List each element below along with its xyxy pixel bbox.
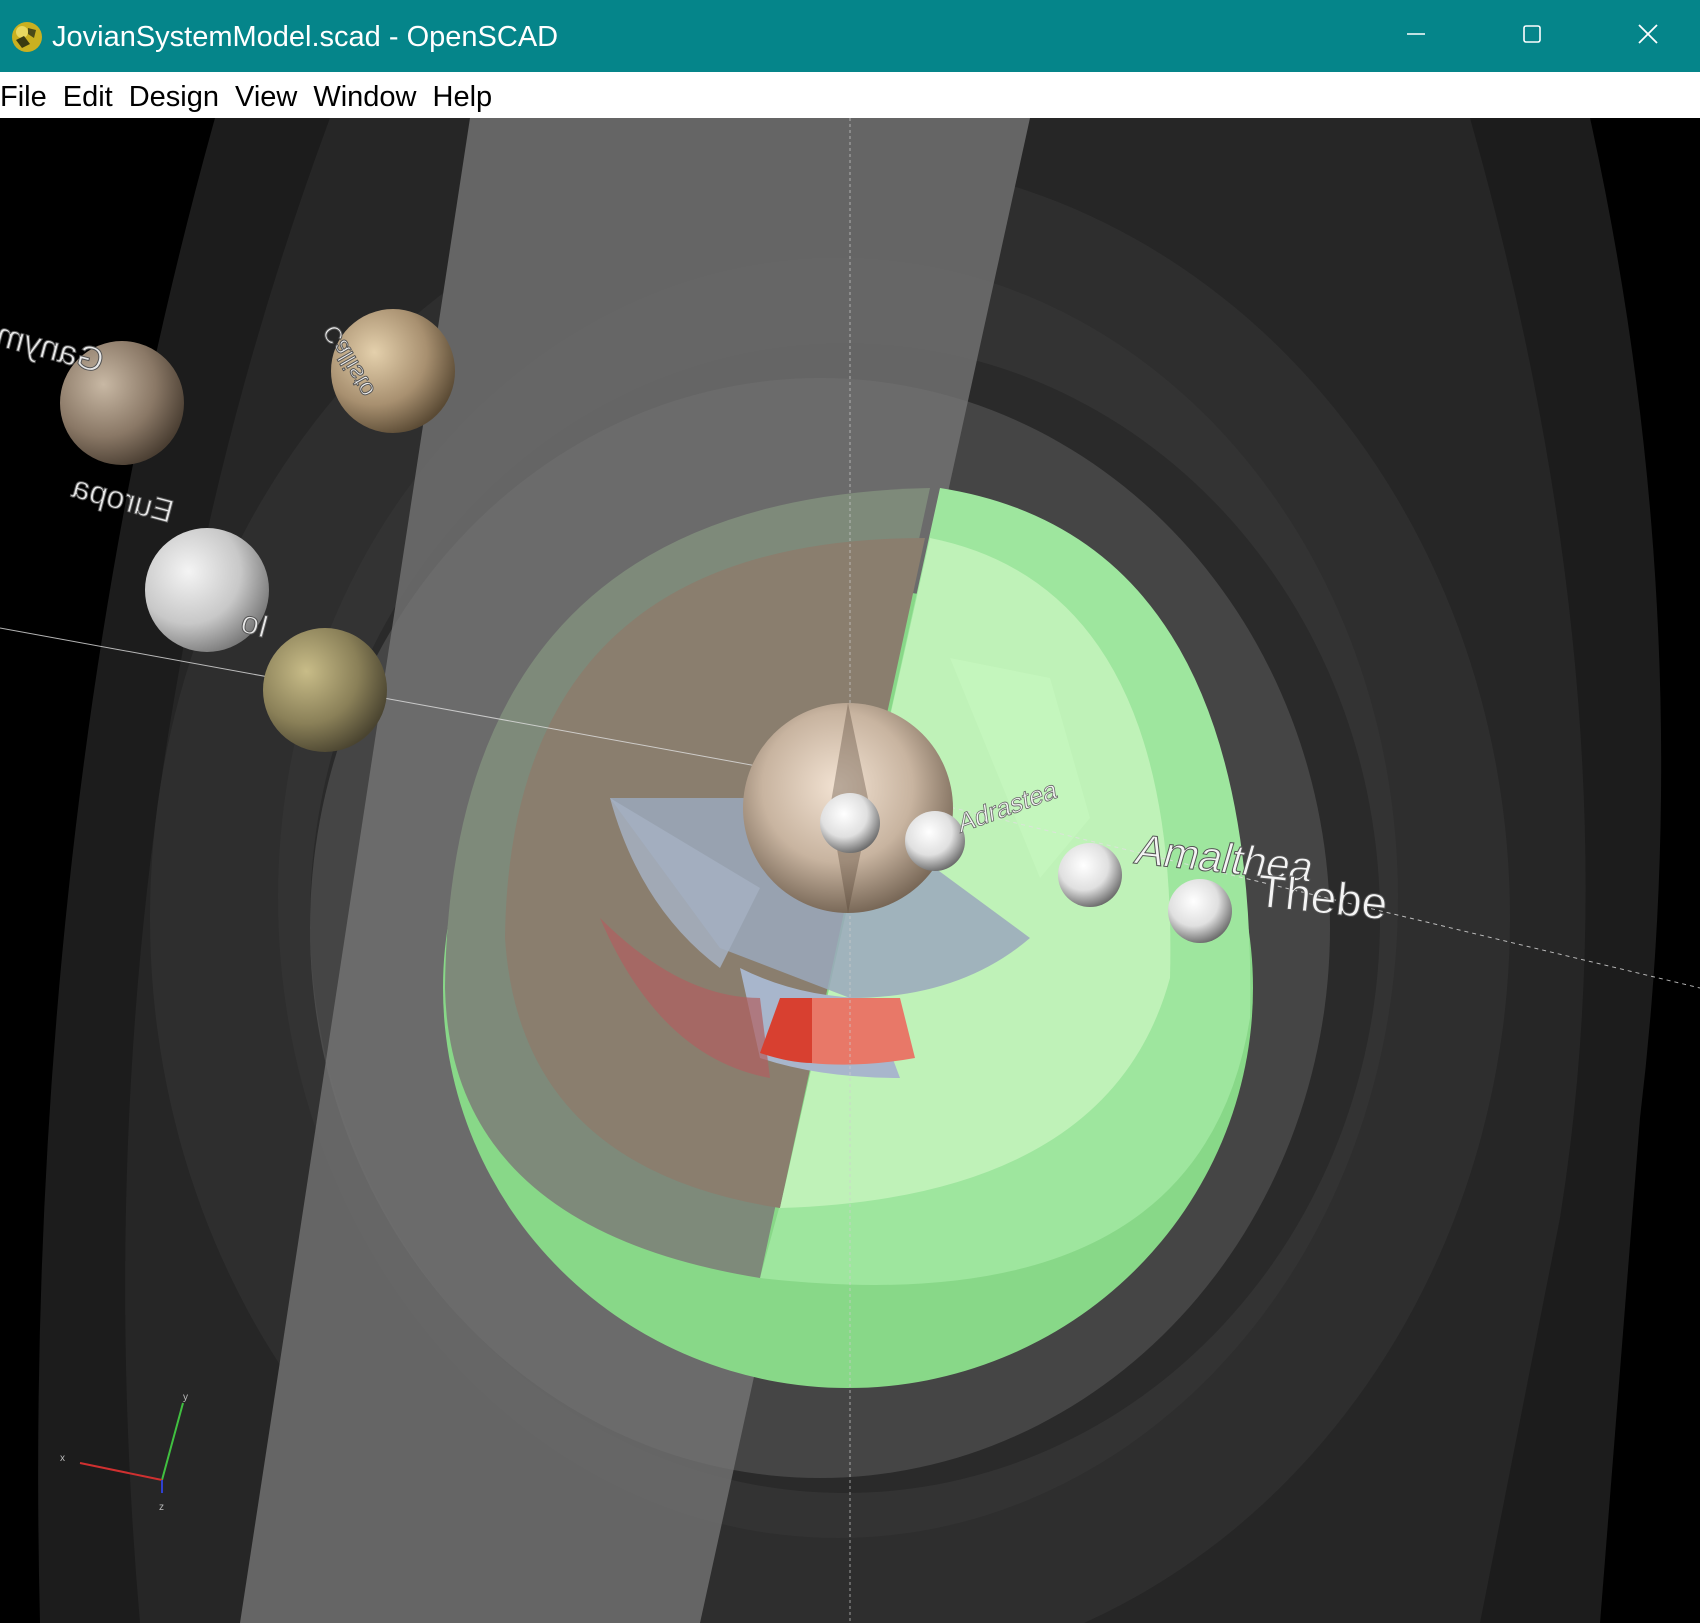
- moon-adrastea: [905, 811, 965, 871]
- menu-view[interactable]: View: [227, 72, 305, 118]
- scene-render: Ganymede Callisto Europa Io Adrastea Ama…: [0, 118, 1700, 1623]
- moon-io: [263, 628, 387, 752]
- axis-label-z: z: [159, 1502, 164, 1513]
- maximize-button[interactable]: [1474, 0, 1590, 72]
- axis-label-y: y: [183, 1392, 188, 1403]
- window-title: JovianSystemModel.scad - OpenSCAD: [52, 21, 559, 53]
- maximize-icon: [1520, 22, 1544, 51]
- 3d-viewport[interactable]: Ganymede Callisto Europa Io Adrastea Ama…: [0, 118, 1700, 1623]
- moon-amalthea: [1058, 843, 1122, 907]
- menu-edit[interactable]: Edit: [55, 72, 121, 118]
- moon-thebe: [1168, 879, 1232, 943]
- menu-design[interactable]: Design: [121, 72, 227, 118]
- close-icon: [1636, 22, 1660, 51]
- label-ganymede: Ganymede: [0, 301, 108, 381]
- axis-label-x: x: [60, 1453, 65, 1464]
- minimize-icon: [1404, 22, 1428, 51]
- minimize-button[interactable]: [1358, 0, 1474, 72]
- menu-file[interactable]: File: [0, 72, 55, 118]
- menu-help[interactable]: Help: [425, 72, 501, 118]
- close-button[interactable]: [1590, 0, 1700, 72]
- menu-window[interactable]: Window: [305, 72, 424, 118]
- moon-metis: [820, 793, 880, 853]
- menu-bar: File Edit Design View Window Help: [0, 72, 1700, 118]
- title-bar[interactable]: JovianSystemModel.scad - OpenSCAD: [0, 0, 1700, 72]
- openscad-logo-icon: [10, 20, 44, 54]
